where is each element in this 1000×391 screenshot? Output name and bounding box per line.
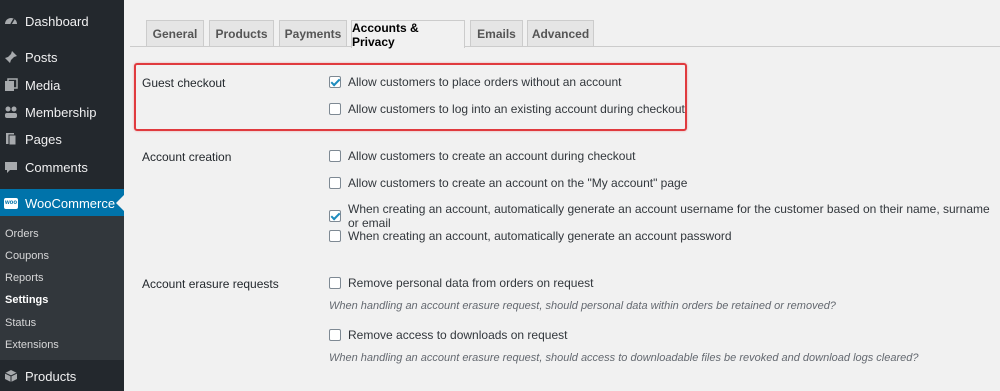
membership-icon [4,105,18,119]
admin-sidebar: Dashboard Posts Media Membership Pages C… [0,0,124,391]
checkbox-generate-password[interactable] [329,230,341,242]
woocommerce-icon: woo [4,197,18,209]
option-generate-username[interactable]: When creating an account, automatically … [329,202,1000,230]
pages-icon [4,132,18,146]
tab-general[interactable]: General [146,20,204,46]
erasure-requests-label: Account erasure requests [142,277,279,291]
checkbox-guest-orders[interactable] [329,76,341,88]
account-creation-label: Account creation [142,150,232,164]
option-create-myaccount[interactable]: Allow customers to create an account on … [329,176,687,190]
menu-dashboard-label: Dashboard [25,13,89,29]
menu-products-label: Products [25,368,77,384]
tabs-baseline [130,46,1000,47]
menu-membership[interactable]: Membership [0,98,124,126]
checkbox-create-myaccount[interactable] [329,177,341,189]
menu-dashboard[interactable]: Dashboard [0,7,124,35]
menu-comments-label: Comments [25,159,88,175]
comment-icon [4,160,18,174]
tab-products[interactable]: Products [209,20,274,46]
products-box-icon [4,369,18,383]
checkbox-login-checkout[interactable] [329,103,341,115]
menu-media-label: Media [25,77,61,93]
tab-payments[interactable]: Payments [279,20,347,46]
guest-checkout-label: Guest checkout [142,76,226,90]
menu-posts[interactable]: Posts [0,43,124,71]
menu-comments[interactable]: Comments [0,153,124,181]
submenu-coupons[interactable]: Coupons [5,250,49,262]
pushpin-icon [4,50,18,64]
tab-advanced[interactable]: Advanced [527,20,594,46]
option-generate-password-label: When creating an account, automatically … [348,229,732,243]
option-login-checkout[interactable]: Allow customers to log into an existing … [329,102,685,116]
submenu-status[interactable]: Status [5,317,36,329]
option-remove-downloads[interactable]: Remove access to downloads on request [329,328,567,342]
checkbox-create-checkout[interactable] [329,150,341,162]
guest-checkout-highlight [134,63,687,131]
option-create-checkout-label: Allow customers to create an account dur… [348,149,636,163]
menu-posts-label: Posts [25,49,58,65]
checkbox-generate-username[interactable] [329,210,341,222]
option-remove-downloads-label: Remove access to downloads on request [348,328,568,342]
option-remove-personal-data-label: Remove personal data from orders on requ… [348,276,594,290]
option-guest-orders[interactable]: Allow customers to place orders without … [329,75,621,89]
menu-pages[interactable]: Pages [0,125,124,153]
menu-pages-label: Pages [25,131,62,147]
submenu-reports[interactable]: Reports [5,272,44,284]
option-generate-username-label: When creating an account, automatically … [348,202,990,230]
menu-woocommerce[interactable]: woo WooCommerce [0,189,124,217]
option-create-checkout[interactable]: Allow customers to create an account dur… [329,149,635,163]
woocommerce-submenu: Orders Coupons Reports Settings Status E… [0,216,124,360]
menu-woocommerce-label: WooCommerce [25,195,116,211]
active-menu-arrow [116,195,124,211]
option-login-checkout-label: Allow customers to log into an existing … [348,102,685,116]
remove-personal-data-description: When handling an account erasure request… [329,300,836,312]
checkbox-remove-personal-data[interactable] [329,277,341,289]
option-create-myaccount-label: Allow customers to create an account on … [348,176,688,190]
tab-emails[interactable]: Emails [470,20,523,46]
remove-downloads-description: When handling an account erasure request… [329,352,919,364]
media-icon [4,78,18,92]
menu-products[interactable]: Products [0,362,124,390]
submenu-settings[interactable]: Settings [5,294,48,306]
checkbox-remove-downloads[interactable] [329,329,341,341]
option-generate-password[interactable]: When creating an account, automatically … [329,229,732,243]
dashboard-icon [4,14,18,28]
submenu-orders[interactable]: Orders [5,228,39,240]
tab-accounts-privacy[interactable]: Accounts & Privacy [351,20,465,49]
submenu-extensions[interactable]: Extensions [5,339,59,351]
option-remove-personal-data[interactable]: Remove personal data from orders on requ… [329,276,593,290]
option-guest-orders-label: Allow customers to place orders without … [348,75,622,89]
menu-membership-label: Membership [25,104,97,120]
menu-media[interactable]: Media [0,71,124,99]
